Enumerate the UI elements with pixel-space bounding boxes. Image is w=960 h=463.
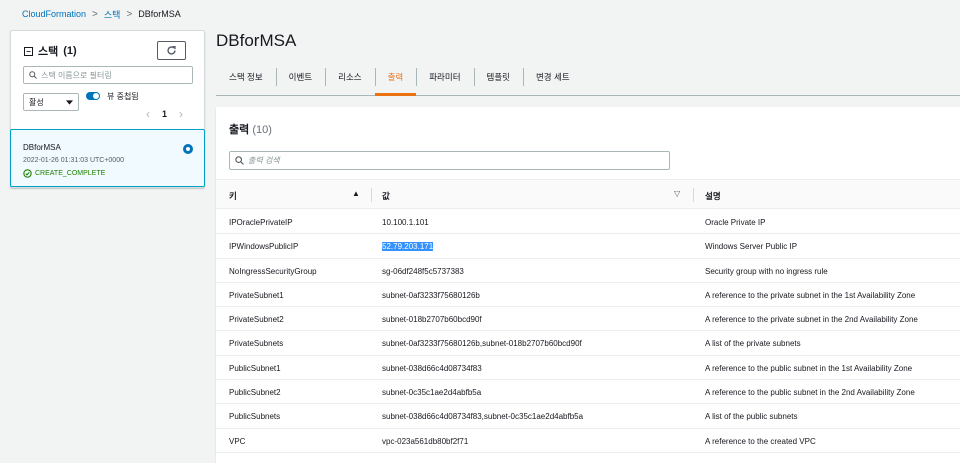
row-value[interactable]: vpc-023a561db80bf2f71 [382, 437, 468, 446]
row-value-selected[interactable]: 52.79.203.171 [382, 242, 434, 252]
table-row: IPOraclePrivateIP 10.100.1.101 Oracle Priv… [216, 210, 960, 235]
chevron-right-icon[interactable]: › [179, 107, 183, 121]
row-value[interactable]: subnet-038d66c4d08734f83,subnet-0c35c1ae… [382, 412, 583, 421]
row-key: PublicSubnet2 [229, 388, 281, 398]
breadcrumb: CloudFormation > 스택 > DBforMSA [22, 7, 181, 21]
column-header-value[interactable]: 값 [382, 190, 390, 202]
column-divider [693, 188, 694, 202]
row-key: NoIngressSecurityGroup [229, 266, 317, 276]
outputs-panel: 출력 (10) 키 ▲ 값 ▽ 설명 IPOraclePrivateIP 10.1… [216, 107, 960, 463]
success-check-icon [23, 169, 32, 178]
stacks-pagination: ‹ 1 › [146, 107, 183, 121]
row-description: A list of the public subnets [705, 412, 798, 422]
tab-events[interactable]: 이벤트 [275, 66, 325, 95]
stack-filter-input[interactable] [41, 70, 181, 80]
table-row: PublicSubnet2 subnet-0c35c1ae2d4abfb5a A r… [216, 380, 960, 405]
row-description: Windows Server Public IP [705, 242, 798, 252]
breadcrumb-cloudformation-link[interactable]: CloudFormation [22, 9, 86, 19]
stacks-count: (1) [63, 45, 77, 57]
row-description: A reference to the private subnet in the… [705, 315, 918, 325]
stack-status: CREATE_COMPLETE [23, 169, 105, 178]
row-key: PublicSubnets [229, 412, 281, 422]
stacks-panel-title: 스택 [38, 46, 59, 58]
caret-down-icon [66, 99, 73, 105]
row-value[interactable]: subnet-0af3233f75680126b,subnet-018b2707… [382, 339, 582, 348]
breadcrumb-current: DBforMSA [138, 9, 181, 19]
search-icon [29, 71, 37, 79]
row-value[interactable]: subnet-018b2707b60bcd90f [382, 315, 482, 324]
column-header-description[interactable]: 설명 [705, 190, 721, 202]
stacks-panel-header: − 스택 (1) [24, 43, 77, 59]
table-row: NoIngressSecurityGroup sg-06df248f5c57373… [216, 259, 960, 283]
stack-name: DBforMSA [23, 143, 61, 152]
search-icon [235, 156, 244, 165]
refresh-button[interactable] [157, 41, 186, 60]
row-key: PrivateSubnets [229, 339, 284, 349]
tab-template[interactable]: 템플릿 [473, 66, 523, 95]
row-key: PublicSubnet1 [229, 363, 281, 373]
stack-tabs: 스택 정보 이벤트 리소스 출력 파라미터 템플릿 변경 세트 [216, 66, 960, 96]
row-value[interactable]: sg-06df248f5c5737383 [382, 267, 464, 276]
column-header-key[interactable]: 키 [229, 190, 237, 202]
outputs-search-input[interactable] [248, 156, 648, 165]
row-description: A reference to the public subnet in the … [705, 363, 913, 373]
table-row: PrivateSubnet2 subnet-018b2707b60bcd90f A … [216, 307, 960, 332]
tab-resources[interactable]: 리소스 [325, 66, 374, 95]
stack-select-radio[interactable] [183, 144, 193, 154]
table-row: IPWindowsPublicIP 52.79.203.171 Windows Se… [216, 234, 960, 259]
row-key: IPOraclePrivateIP [229, 218, 293, 227]
refresh-icon [167, 46, 176, 55]
tab-parameters[interactable]: 파라미터 [416, 66, 473, 95]
nested-view-label: 뷰 중첩됨 [107, 92, 139, 101]
outputs-count: (10) [252, 124, 272, 136]
status-filter-select[interactable]: 활성 [23, 93, 79, 111]
chevron-right-icon: > [126, 8, 133, 20]
outputs-search-wrapper [229, 151, 670, 170]
chevron-right-icon: > [92, 8, 98, 20]
breadcrumb-stacks-link[interactable]: 스택 [104, 8, 121, 21]
tab-stack-info[interactable]: 스택 정보 [216, 66, 276, 95]
current-page[interactable]: 1 [162, 109, 167, 119]
outputs-header: 출력 (10) [229, 121, 272, 137]
table-row: PublicSubnets subnet-038d66c4d08734f83,su… [216, 404, 960, 429]
tab-outputs[interactable]: 출력 [374, 66, 417, 96]
sort-descending-icon[interactable]: ▽ [674, 189, 680, 198]
status-filter-value: 활성 [29, 97, 44, 107]
stack-status-text: CREATE_COMPLETE [35, 170, 106, 177]
row-value[interactable]: subnet-0af3233f75680126b [382, 291, 480, 300]
column-divider [371, 188, 372, 202]
row-description: A reference to the public subnet in the … [705, 388, 915, 398]
collapse-icon[interactable]: − [24, 46, 33, 56]
row-value[interactable]: subnet-038d66c4d08734f83 [382, 364, 482, 373]
row-key: PrivateSubnet1 [229, 290, 284, 300]
row-key: IPWindowsPublicIP [229, 242, 299, 252]
outputs-table-body: IPOraclePrivateIP 10.100.1.101 Oracle Priv… [216, 210, 960, 453]
chevron-left-icon[interactable]: ‹ [146, 107, 150, 121]
page-title: DBforMSA [216, 31, 297, 50]
row-value[interactable]: subnet-0c35c1ae2d4abfb5a [382, 388, 481, 397]
row-key: PrivateSubnet2 [229, 315, 284, 325]
stack-card-dbformsa[interactable]: DBforMSA 2022-01-26 01:31:03 UTC+0000 CR… [10, 129, 205, 187]
tab-change-sets[interactable]: 변경 세트 [522, 66, 583, 95]
row-description: A reference to the private subnet in the… [705, 290, 916, 300]
outputs-title: 출력 [229, 124, 250, 136]
table-row: PrivateSubnets subnet-0af3233f75680126b,s… [216, 331, 960, 356]
stack-filter-input-wrapper [23, 66, 193, 84]
row-description: A reference to the created VPC [705, 436, 816, 446]
row-description: A list of the private subnets [705, 339, 801, 349]
table-row: VPC vpc-023a561db80bf2f71 A reference to t… [216, 429, 960, 453]
table-row: PrivateSubnet1 subnet-0af3233f75680126b A … [216, 283, 960, 308]
outputs-table-header: 키 ▲ 값 ▽ 설명 [216, 179, 960, 209]
row-description: Oracle Private IP [705, 218, 766, 227]
stack-created-time: 2022-01-26 01:31:03 UTC+0000 [23, 157, 124, 164]
row-value[interactable]: 10.100.1.101 [382, 218, 429, 227]
row-key: VPC [229, 436, 246, 446]
row-description: Security group with no ingress rule [705, 266, 828, 276]
table-row: PublicSubnet1 subnet-038d66c4d08734f83 A r… [216, 356, 960, 381]
nested-view-toggle[interactable] [86, 92, 100, 100]
sort-ascending-icon[interactable]: ▲ [352, 189, 360, 198]
